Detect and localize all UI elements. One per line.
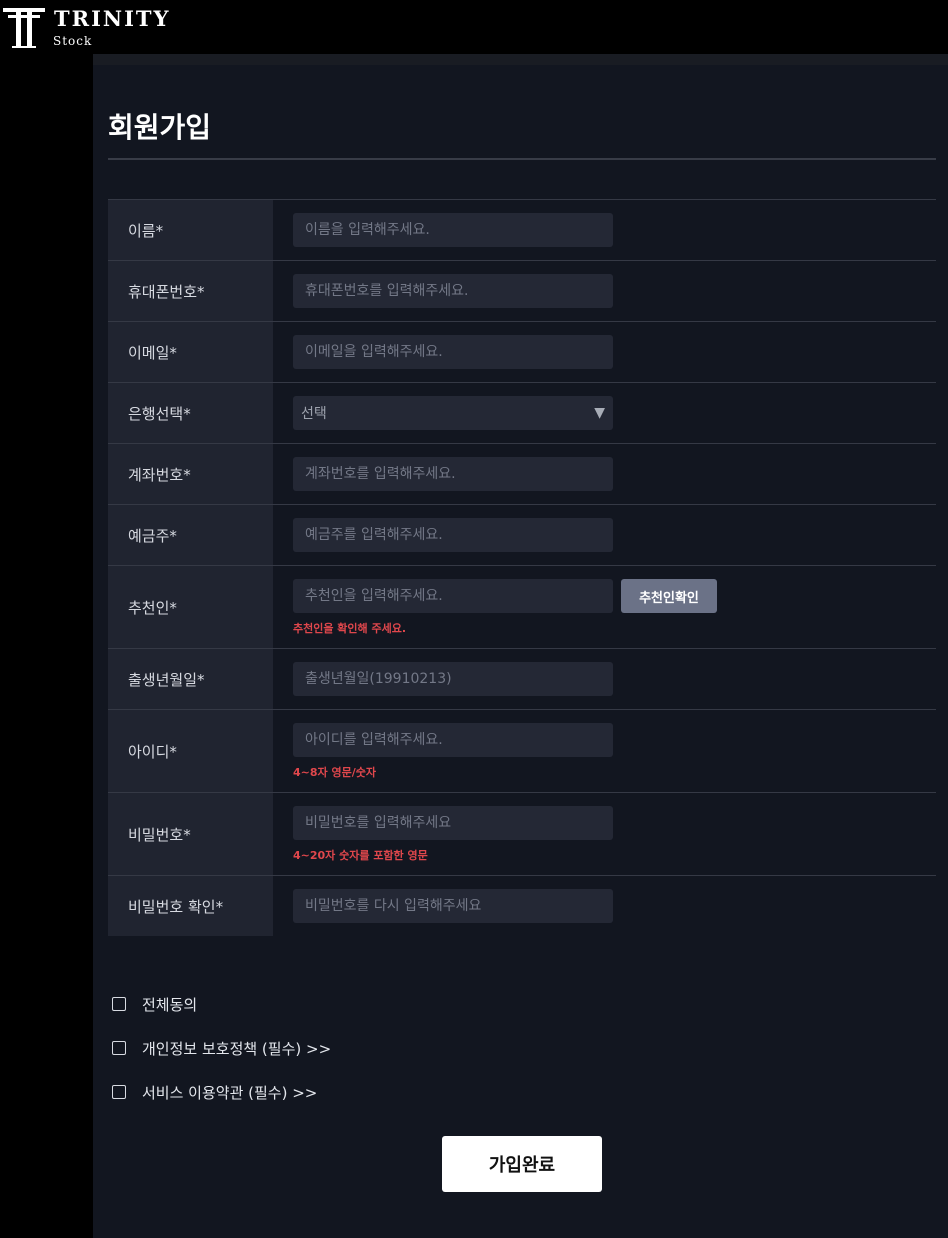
signup-form: 이름* 휴대폰번호* 이메일* 은행선택* 선택 ▼ 계좌번호* 예금주* [108, 199, 936, 936]
field-label: 예금주* [108, 505, 273, 565]
field-label: 이메일* [108, 322, 273, 382]
account-holder-input[interactable] [293, 518, 613, 552]
form-row-holder: 예금주* [108, 504, 936, 565]
password-input[interactable] [293, 806, 613, 840]
agree-all-checkbox[interactable] [112, 997, 126, 1011]
birthdate-input[interactable] [293, 662, 613, 696]
signup-panel: 회원가입 이름* 휴대폰번호* 이메일* 은행선택* 선택 ▼ 계좌번호* [93, 54, 948, 1238]
recommender-input[interactable] [293, 579, 613, 613]
field-label: 비밀번호* [108, 793, 273, 875]
form-row-bank: 은행선택* 선택 ▼ [108, 382, 936, 443]
form-row-password-confirm: 비밀번호 확인* [108, 875, 936, 936]
agree-all-label[interactable]: 전체동의 [142, 994, 197, 1015]
recommender-check-button[interactable]: 추천인확인 [621, 579, 717, 613]
recommender-hint: 추천인을 확인해 주세요. [293, 622, 407, 635]
field-label: 이름* [108, 200, 273, 260]
email-input[interactable] [293, 335, 613, 369]
userid-hint: 4~8자 영문/숫자 [293, 766, 376, 779]
form-row-name: 이름* [108, 199, 936, 260]
bank-select[interactable]: 선택 ▼ [293, 396, 613, 430]
terms-link[interactable]: 서비스 이용약관 (필수) >> [142, 1082, 317, 1103]
agree-privacy[interactable]: 개인정보 보호정책 (필수) >> [112, 1036, 512, 1060]
triangle-down-icon: ▼ [594, 405, 605, 421]
bank-select-value: 선택 [301, 406, 327, 422]
userid-input[interactable] [293, 723, 613, 757]
terms-checkbox[interactable] [112, 1085, 126, 1099]
form-row-phone: 휴대폰번호* [108, 260, 936, 321]
brand-subtitle: Stock [53, 34, 93, 48]
account-number-input[interactable] [293, 457, 613, 491]
field-label: 은행선택* [108, 383, 273, 443]
agree-all[interactable]: 전체동의 [112, 992, 512, 1016]
form-row-account: 계좌번호* [108, 443, 936, 504]
form-row-userid: 아이디* 4~8자 영문/숫자 [108, 709, 936, 792]
privacy-policy-checkbox[interactable] [112, 1041, 126, 1055]
field-label: 계좌번호* [108, 444, 273, 504]
form-row-email: 이메일* [108, 321, 936, 382]
phone-input[interactable] [293, 274, 613, 308]
form-row-birthdate: 출생년월일* [108, 648, 936, 709]
trinity-logo-icon [3, 8, 45, 48]
field-label: 비밀번호 확인* [108, 876, 273, 936]
password-hint: 4~20자 숫자를 포함한 영문 [293, 849, 428, 862]
field-label: 휴대폰번호* [108, 261, 273, 321]
agree-terms[interactable]: 서비스 이용약관 (필수) >> [112, 1080, 512, 1104]
field-label: 아이디* [108, 710, 273, 792]
signup-submit-button[interactable]: 가입완료 [442, 1136, 602, 1192]
field-label: 출생년월일* [108, 649, 273, 709]
title-divider [108, 158, 936, 160]
brand-logo[interactable]: TRINITY Stock [2, 4, 182, 50]
form-row-recommender: 추천인* 추천인확인 추천인을 확인해 주세요. [108, 565, 936, 648]
panel-top-band [93, 54, 948, 65]
page-title: 회원가입 [108, 111, 212, 144]
password-confirm-input[interactable] [293, 889, 613, 923]
brand-name: TRINITY [54, 6, 171, 31]
privacy-policy-link[interactable]: 개인정보 보호정책 (필수) >> [142, 1038, 331, 1059]
form-row-password: 비밀번호* 4~20자 숫자를 포함한 영문 [108, 792, 936, 875]
field-label: 추천인* [108, 566, 273, 648]
name-input[interactable] [293, 213, 613, 247]
top-bar: TRINITY Stock [0, 0, 948, 54]
